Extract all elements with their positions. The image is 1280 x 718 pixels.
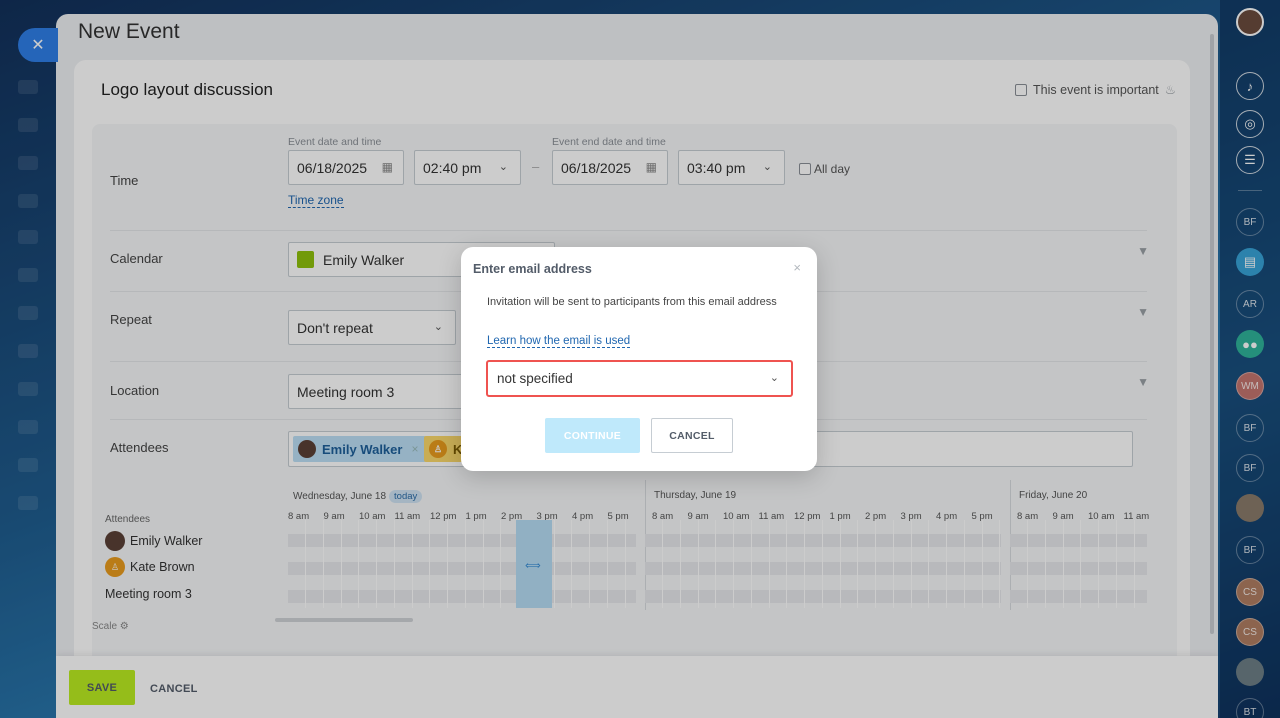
continue-button[interactable]: CONTINUE: [545, 418, 640, 453]
close-icon[interactable]: ×: [793, 260, 801, 275]
email-select-value: not specified: [497, 371, 573, 386]
dialog-title: Enter email address: [473, 262, 592, 276]
email-dialog: Enter email address × Invitation will be…: [461, 247, 817, 471]
learn-more-link[interactable]: Learn how the email is used: [487, 335, 631, 348]
dialog-description: Invitation will be sent to participants …: [487, 296, 777, 308]
chevron-down-icon: ⌄: [769, 372, 779, 384]
dialog-cancel-button[interactable]: CANCEL: [651, 418, 733, 453]
email-select[interactable]: not specified ⌄: [486, 360, 793, 397]
